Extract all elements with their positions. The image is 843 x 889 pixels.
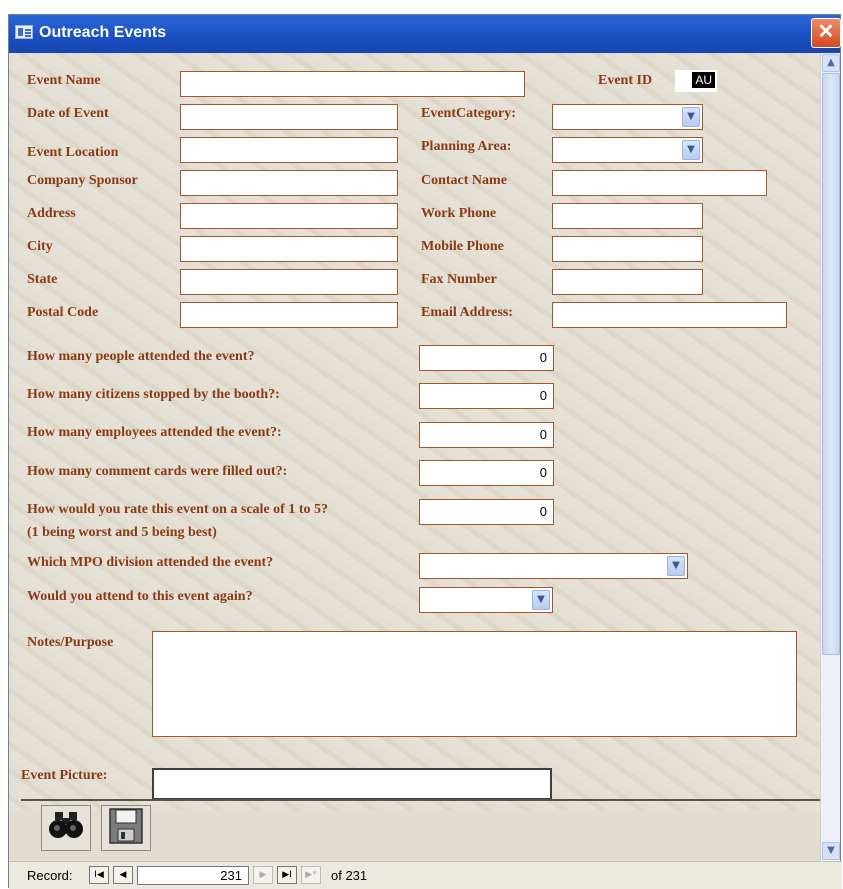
record-navigation-bar: Record: I◀ ◀ 231 ▶ ▶I ▶* of 231 — [9, 861, 842, 889]
event-id-value: AU — [692, 72, 715, 88]
event-category-label: EventCategory: — [421, 106, 516, 121]
postal-code-label: Postal Code — [27, 305, 99, 320]
event-name-label: Event Name — [27, 73, 101, 88]
postal-code-field[interactable] — [180, 302, 398, 328]
contact-name-field[interactable] — [552, 170, 767, 196]
mobile-phone-label: Mobile Phone — [421, 239, 504, 254]
event-location-field[interactable] — [180, 137, 398, 163]
date-of-event-label: Date of Event — [27, 106, 109, 121]
form-divider — [21, 799, 821, 801]
comment-cards-field[interactable]: 0 — [419, 460, 554, 486]
record-label: Record: — [27, 868, 73, 883]
form-icon — [15, 25, 33, 39]
title-bar: Outreach Events ✕ — [9, 15, 841, 53]
chevron-down-icon[interactable]: ▼ — [532, 590, 550, 610]
scroll-down-icon[interactable]: ▼ — [822, 842, 840, 860]
scroll-up-icon[interactable]: ▲ — [822, 54, 840, 72]
notes-purpose-field[interactable] — [152, 631, 797, 737]
mobile-phone-field[interactable] — [552, 236, 703, 262]
state-field[interactable] — [180, 269, 398, 295]
event-category-dropdown[interactable]: ▼ — [552, 104, 703, 130]
address-field[interactable] — [180, 203, 398, 229]
attend-again-dropdown[interactable]: ▼ — [419, 587, 553, 613]
planning-area-label: Planning Area: — [421, 139, 512, 154]
event-form: Event Name Event ID AU Date of Event Eve… — [9, 53, 821, 811]
find-button[interactable] — [41, 805, 91, 851]
email-address-label: Email Address: — [421, 305, 513, 320]
address-label: Address — [27, 206, 76, 221]
event-location-label: Event Location — [27, 145, 119, 160]
vertical-scrollbar[interactable]: ▲ ▼ — [820, 53, 840, 861]
outreach-events-window: Outreach Events ✕ Event Name Event ID AU… — [8, 14, 842, 889]
event-picture-label: Event Picture: — [21, 768, 108, 783]
event-picture-frame[interactable] — [152, 768, 552, 800]
email-address-field[interactable] — [552, 302, 787, 328]
attend-again-label: Would you attend to this event again? — [27, 589, 253, 604]
next-record-button[interactable]: ▶ — [253, 866, 273, 884]
new-record-button[interactable]: ▶* — [301, 866, 321, 884]
company-sponsor-field[interactable] — [180, 170, 398, 196]
fax-number-field[interactable] — [552, 269, 703, 295]
people-attended-field[interactable]: 0 — [419, 345, 554, 371]
work-phone-field[interactable] — [552, 203, 703, 229]
previous-record-button[interactable]: ◀ — [113, 866, 133, 884]
last-record-button[interactable]: ▶I — [277, 866, 297, 884]
record-count: of 231 — [331, 868, 368, 883]
event-name-field[interactable] — [180, 71, 525, 97]
people-attended-label: How many people attended the event? — [27, 349, 255, 364]
floppy-disk-icon — [109, 808, 143, 844]
citizens-stopped-label: How many citizens stopped by the booth?: — [27, 387, 280, 402]
save-button[interactable] — [101, 805, 151, 851]
chevron-down-icon[interactable]: ▼ — [682, 140, 700, 160]
chevron-down-icon[interactable]: ▼ — [682, 107, 700, 127]
event-id-label: Event ID — [598, 73, 653, 88]
date-of-event-field[interactable] — [180, 104, 398, 130]
chevron-down-icon[interactable]: ▼ — [667, 556, 685, 576]
employees-attended-field[interactable]: 0 — [419, 422, 554, 448]
contact-name-label: Contact Name — [421, 173, 507, 188]
window-title: Outreach Events — [39, 24, 167, 41]
rating-label: How would you rate this event on a scale… — [27, 502, 328, 517]
planning-area-dropdown[interactable]: ▼ — [552, 137, 703, 163]
scroll-thumb[interactable] — [822, 73, 840, 655]
rating-note-label: (1 being worst and 5 being best) — [27, 525, 217, 540]
event-id-field[interactable]: AU — [675, 70, 717, 92]
company-sponsor-label: Company Sponsor — [27, 173, 138, 188]
current-record-field[interactable]: 231 — [137, 866, 249, 885]
mpo-division-label: Which MPO division attended the event? — [27, 555, 274, 570]
city-label: City — [27, 239, 53, 254]
binoculars-icon — [49, 812, 83, 838]
fax-number-label: Fax Number — [421, 272, 497, 287]
mpo-division-dropdown[interactable]: ▼ — [419, 553, 688, 579]
close-button[interactable]: ✕ — [811, 18, 841, 48]
state-label: State — [27, 272, 58, 287]
notes-purpose-label: Notes/Purpose — [27, 635, 114, 650]
first-record-button[interactable]: I◀ — [89, 866, 109, 884]
employees-attended-label: How many employees attended the event?: — [27, 425, 282, 440]
rating-field[interactable]: 0 — [419, 499, 554, 525]
citizens-stopped-field[interactable]: 0 — [419, 383, 554, 409]
comment-cards-label: How many comment cards were filled out?: — [27, 464, 288, 479]
work-phone-label: Work Phone — [421, 206, 497, 221]
city-field[interactable] — [180, 236, 398, 262]
